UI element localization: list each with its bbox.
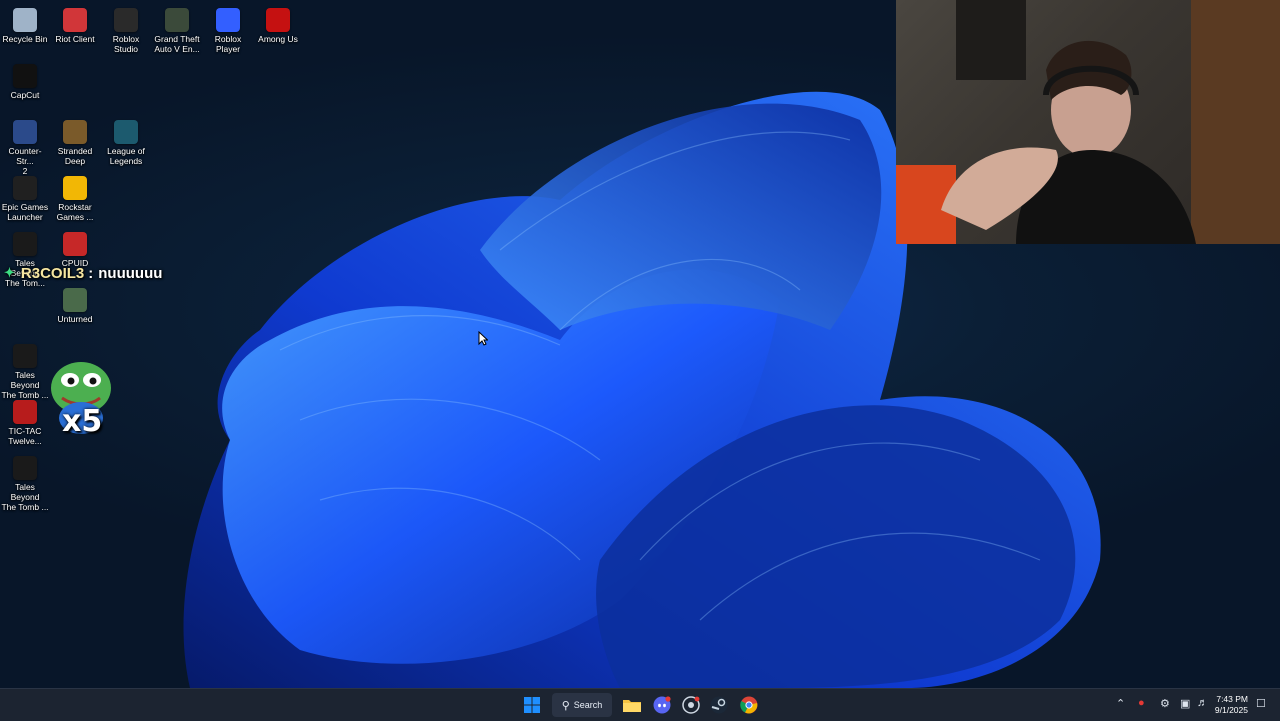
desktop-icon[interactable]: Grand Theft Auto V En...	[152, 4, 202, 54]
mouse-cursor-icon	[478, 331, 488, 346]
desktop-icon[interactable]: Counter-Str... 2	[0, 116, 50, 176]
rockstar-games-icon	[63, 176, 87, 200]
search-icon: ⚲	[561, 699, 570, 712]
desktop-icon[interactable]: Tales Beyond The Tomb ...	[0, 452, 50, 512]
desktop-icon-label: Roblox Player	[214, 34, 242, 54]
recycle-bin-icon	[13, 8, 37, 32]
webcam-overlay	[896, 0, 1280, 244]
desktop-icon[interactable]: Unturned	[50, 284, 100, 324]
tray-antivirus-icon[interactable]: ●	[1138, 697, 1145, 709]
chat-separator: :	[88, 264, 94, 282]
cpuid-icon	[63, 232, 87, 256]
chat-message: ✦ R3COIL3 : nuuuuuu	[4, 262, 162, 284]
chat-badge-icon: ✦	[4, 265, 15, 280]
desktop-icon-label: CapCut	[10, 90, 40, 100]
tray-volume-icon[interactable]: ♬	[1197, 697, 1208, 709]
gta-v-icon	[165, 8, 189, 32]
taskbar-file-explorer[interactable]	[620, 693, 644, 717]
taskbar-search-button[interactable]: ⚲ Search	[552, 693, 612, 717]
desktop-icon-label: Unturned	[57, 314, 93, 324]
tbtt-icon	[13, 232, 37, 256]
desktop-icon-label: Riot Client	[55, 34, 95, 44]
start-button[interactable]	[520, 693, 544, 717]
roblox-player-icon	[216, 8, 240, 32]
desktop-icon[interactable]: Roblox Player	[203, 4, 253, 54]
desktop-icon-label: Roblox Studio	[112, 34, 140, 54]
tbtt-2-icon	[13, 344, 37, 368]
among-us-icon	[266, 8, 290, 32]
clock-date: 9/1/2025	[1214, 705, 1248, 715]
desktop-icon[interactable]: CapCut	[0, 60, 50, 100]
webcam-feed	[896, 0, 1280, 244]
desktop-icon-label: Stranded Deep	[57, 146, 93, 166]
desktop-icon[interactable]: Stranded Deep	[50, 116, 100, 166]
roblox-studio-icon	[114, 8, 138, 32]
clock-time: 7:43 PM	[1216, 694, 1248, 704]
folder-icon	[623, 700, 641, 712]
tbtt-3-icon	[13, 456, 37, 480]
desktop-icon[interactable]: Epic Games Launcher	[0, 172, 50, 222]
desktop-icon-label: League of Legends	[107, 146, 145, 166]
search-label: Search	[573, 700, 603, 710]
desktop-icon-label: Grand Theft Auto V En...	[154, 34, 200, 54]
tic-tac-icon	[13, 400, 37, 424]
tray-chevron-up-icon[interactable]: ⌃	[1116, 697, 1125, 710]
counter-strike-icon	[13, 120, 37, 144]
desktop-icon[interactable]: Rockstar Games ...	[50, 172, 100, 222]
tray-network-icon[interactable]: ▣	[1180, 697, 1190, 710]
taskbar-discord[interactable]	[650, 693, 674, 717]
desktop-icon-label: Among Us	[258, 34, 298, 44]
taskbar-chrome[interactable]	[737, 693, 761, 717]
desktop-icon[interactable]: Recycle Bin	[0, 4, 50, 44]
desktop-icon[interactable]: Riot Client	[50, 4, 100, 44]
recording-app-icon	[682, 696, 700, 714]
desktop-icon[interactable]: Among Us	[253, 4, 303, 44]
taskbar-obs[interactable]	[679, 693, 703, 717]
chat-text: nuuuuuu	[98, 264, 163, 282]
discord-icon	[653, 696, 671, 714]
taskbar-steam[interactable]	[707, 693, 731, 717]
desktop-icon[interactable]: TIC-TAC Twelve...	[0, 396, 50, 446]
desktop-icon[interactable]: Tales Beyond The Tomb ...	[0, 340, 50, 400]
steam-icon	[710, 696, 728, 714]
desktop-icon-label: TIC-TAC Twelve...	[8, 426, 42, 446]
desktop[interactable]: Recycle Bin Riot Client Roblox Studio Grand…	[0, 0, 1280, 688]
chat-username: R3COIL3	[20, 264, 85, 282]
stranded-deep-icon	[63, 120, 87, 144]
capcut-icon	[13, 64, 37, 88]
desktop-icon-label: Epic Games Launcher	[1, 202, 49, 222]
unturned-icon	[63, 288, 87, 312]
desktop-icon[interactable]: Roblox Studio	[101, 4, 151, 54]
epic-games-icon	[13, 176, 37, 200]
desktop-icon-label: Recycle Bin	[2, 34, 48, 44]
taskbar: ⚲ Search ⌃ ● ⚙ ▣ ♬ 7:43 PM 9/1/2025 ☐	[0, 688, 1280, 721]
notifications-bell-icon[interactable]: ☐	[1256, 697, 1266, 710]
windows-logo-icon	[524, 697, 540, 713]
emote-multiplier: x5	[62, 404, 103, 439]
desktop-icon-label: Rockstar Games ...	[56, 202, 94, 222]
desktop-icon[interactable]: League of Legends	[101, 116, 151, 166]
desktop-icon-label: Tales Beyond The Tomb ...	[1, 482, 49, 512]
league-of-legends-icon	[114, 120, 138, 144]
chrome-icon	[740, 696, 758, 714]
tray-microphone-icon[interactable]: ⚙	[1160, 697, 1170, 710]
riot-client-icon	[63, 8, 87, 32]
taskbar-clock[interactable]: 7:43 PM 9/1/2025	[1215, 694, 1248, 716]
